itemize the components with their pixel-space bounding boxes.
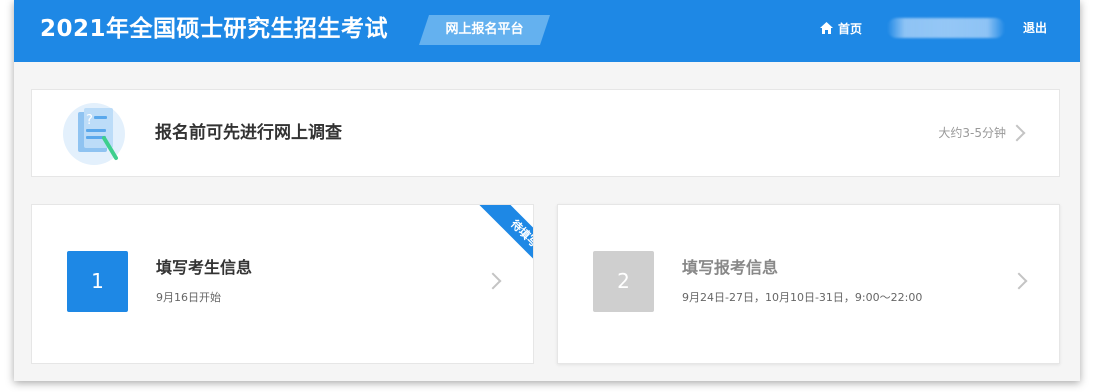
page-title: 2021年全国硕士研究生招生考试	[40, 16, 389, 42]
chevron-right-icon	[1010, 272, 1028, 290]
home-icon	[820, 22, 833, 34]
platform-tag-label: 网上报名平台	[445, 22, 524, 37]
svg-text:?: ?	[86, 113, 93, 128]
survey-label: 报名前可先进行网上调查	[155, 123, 342, 143]
step-card-fill-application-info[interactable]: 2 填写报考信息 9月24日-27日，10月10日-31日，9:00～22:00	[557, 204, 1060, 364]
status-ribbon: 待填写	[453, 205, 533, 285]
step-number-badge: 1	[67, 251, 128, 312]
step-date: 9月24日-27日，10月10日-31日，9:00～22:00	[682, 291, 923, 304]
status-ribbon-label: 待填写	[477, 205, 533, 281]
step-card-fill-candidate-info[interactable]: 1 填写考生信息 9月16日开始 待填写	[31, 204, 534, 364]
survey-card[interactable]: ? 报名前可先进行网上调查 大约3-5分钟	[31, 89, 1060, 177]
step-number-badge: 2	[593, 251, 654, 312]
top-header: 2021年全国硕士研究生招生考试 网上报名平台 首页 退出	[14, 0, 1080, 62]
questionnaire-icon: ?	[63, 103, 125, 165]
chevron-right-icon	[1008, 124, 1026, 142]
platform-tag: 网上报名平台	[419, 15, 550, 45]
step-date: 9月16日开始	[156, 291, 221, 304]
logout-link[interactable]: 退出	[1023, 19, 1047, 37]
home-link[interactable]: 首页	[820, 19, 862, 37]
step-title: 填写报考信息	[682, 258, 779, 277]
home-link-label: 首页	[838, 21, 863, 36]
page-frame: 2021年全国硕士研究生招生考试 网上报名平台 首页 退出 ? 报名前可先进行网…	[14, 0, 1080, 381]
user-name-redacted	[887, 18, 1005, 38]
step-title: 填写考生信息	[156, 258, 253, 277]
survey-duration: 大约3-5分钟	[938, 126, 1006, 140]
